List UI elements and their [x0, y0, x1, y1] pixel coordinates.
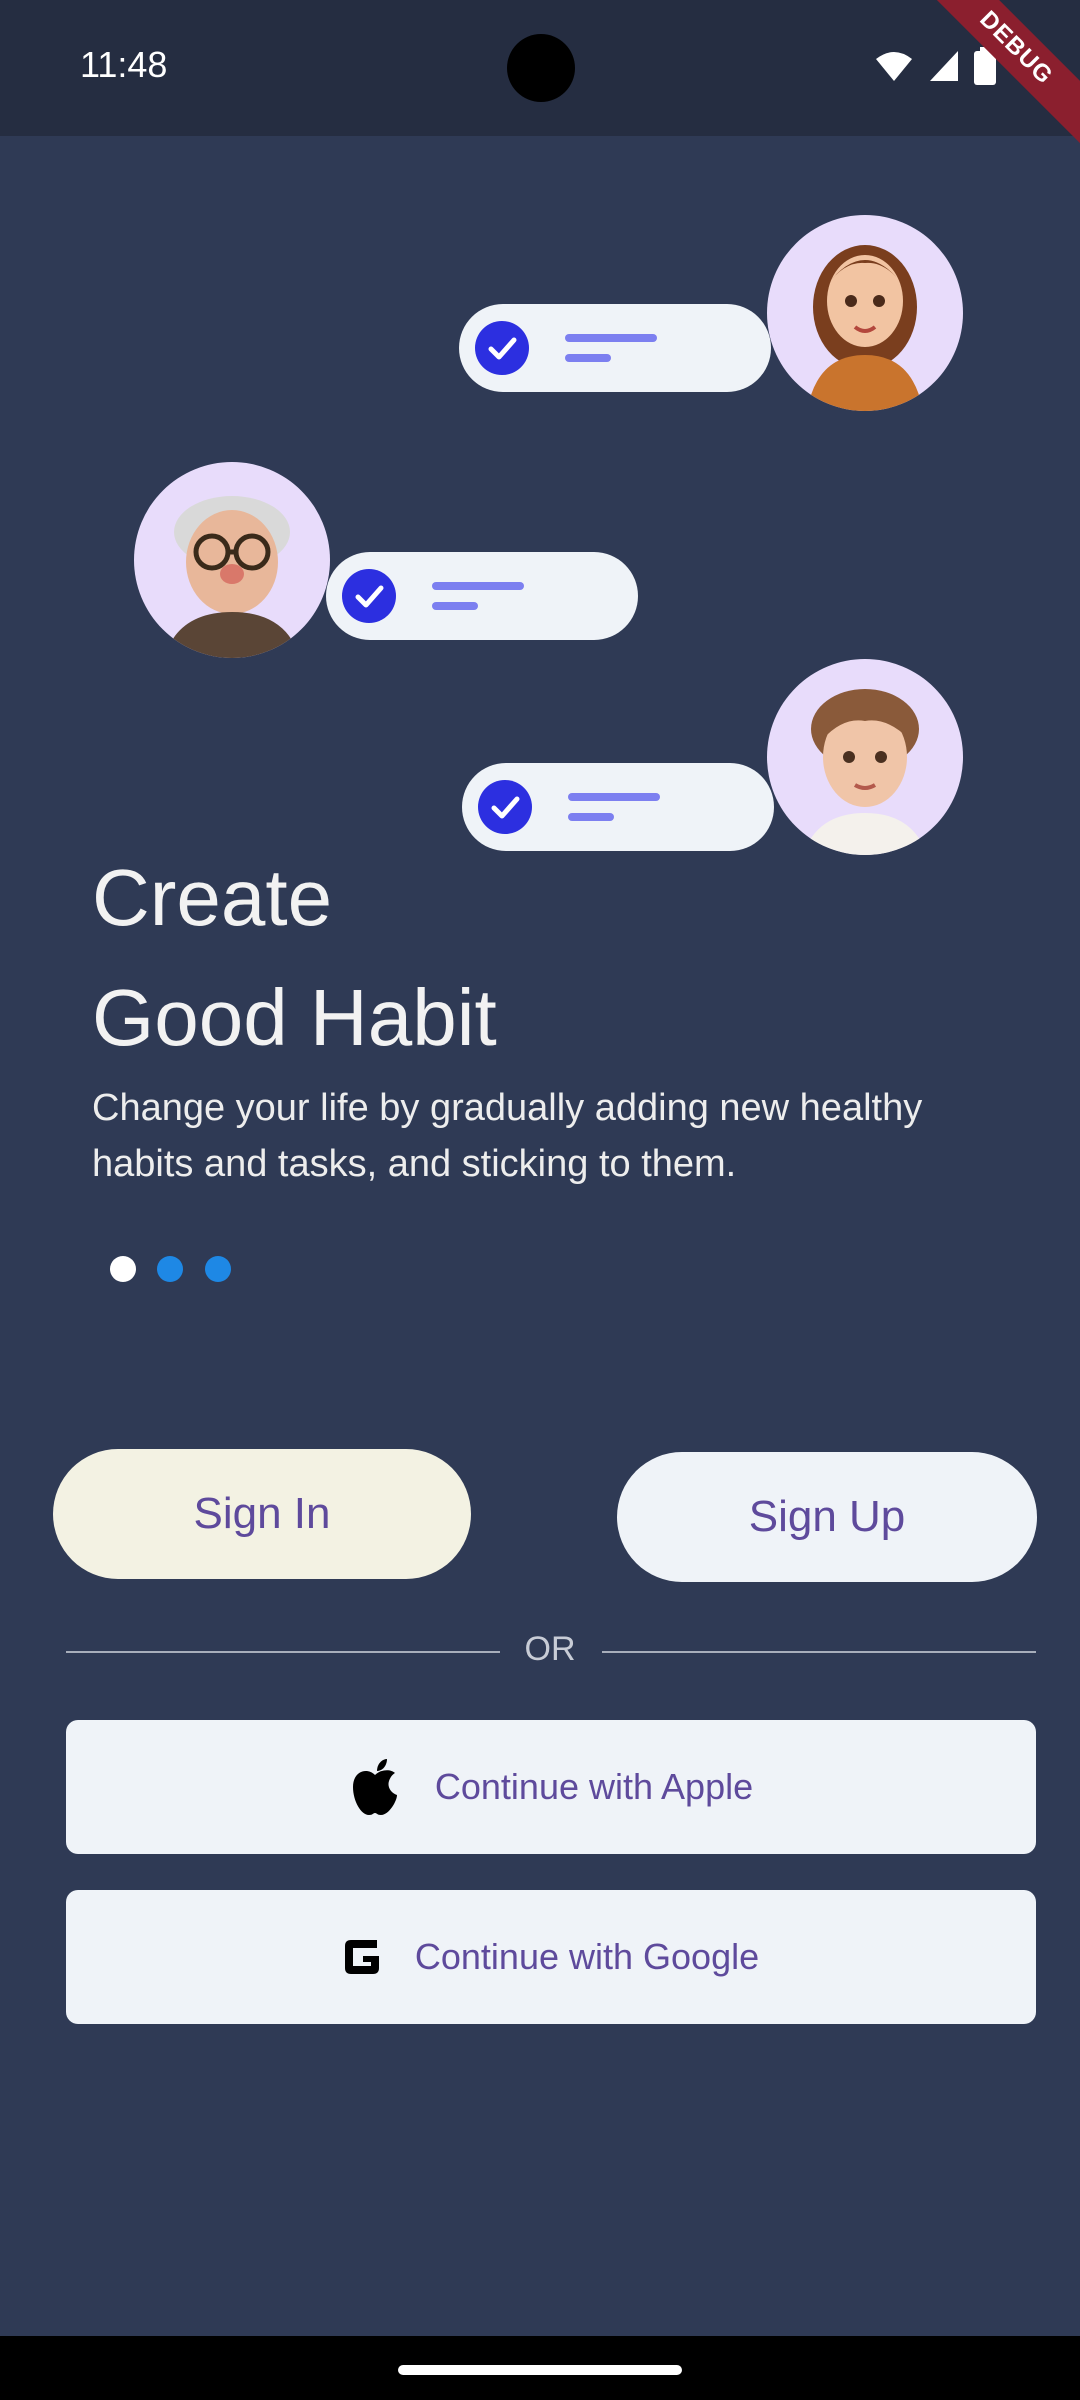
front-camera [507, 34, 575, 102]
google-icon [344, 1940, 379, 1974]
check-circle-icon [478, 780, 532, 834]
text-line-placeholder [432, 602, 478, 610]
cellular-signal-icon [930, 51, 958, 81]
apple-icon [352, 1759, 397, 1815]
task-pill [326, 552, 638, 640]
continue-with-apple-label: Continue with Apple [434, 1766, 754, 1807]
sign-in-label: Sign In [193, 1489, 331, 1538]
task-pill [459, 304, 771, 392]
sign-up-label: Sign Up [748, 1492, 906, 1541]
continue-with-apple-button[interactable]: Continue with Apple [66, 1720, 1036, 1854]
continue-with-google-label: Continue with Google [414, 1936, 760, 1977]
wifi-icon [876, 52, 912, 81]
check-circle-icon [342, 569, 396, 623]
or-separator: OR [524, 1630, 576, 1668]
page-dot[interactable] [205, 1256, 231, 1282]
page-dot-active[interactable] [110, 1256, 136, 1282]
onboarding-title-line1: Create [92, 853, 333, 942]
divider-left [66, 1651, 500, 1653]
page-dot[interactable] [157, 1256, 183, 1282]
text-line-placeholder [568, 813, 614, 821]
avatar-young-man [767, 659, 963, 855]
onboarding-subtitle: Change your life by gradually adding new… [92, 1087, 923, 1185]
status-time: 11:48 [80, 44, 168, 85]
text-line-placeholder [432, 582, 524, 590]
status-bar: 11:48 DEBUG [0, 0, 1080, 156]
sign-in-button[interactable]: Sign In [53, 1449, 471, 1579]
text-line-placeholder [565, 334, 657, 342]
onboarding-title-line2: Good Habit [92, 973, 497, 1062]
text-line-placeholder [565, 354, 611, 362]
continue-with-google-button[interactable]: Continue with Google [66, 1890, 1036, 2024]
status-icons [874, 46, 996, 86]
sign-up-button[interactable]: Sign Up [617, 1452, 1037, 1582]
task-pill [462, 763, 774, 851]
avatar-old-man [134, 462, 330, 658]
avatar-woman [767, 215, 963, 411]
divider-right [602, 1651, 1036, 1653]
home-indicator[interactable] [398, 2365, 682, 2375]
check-circle-icon [475, 321, 529, 375]
text-line-placeholder [568, 793, 660, 801]
